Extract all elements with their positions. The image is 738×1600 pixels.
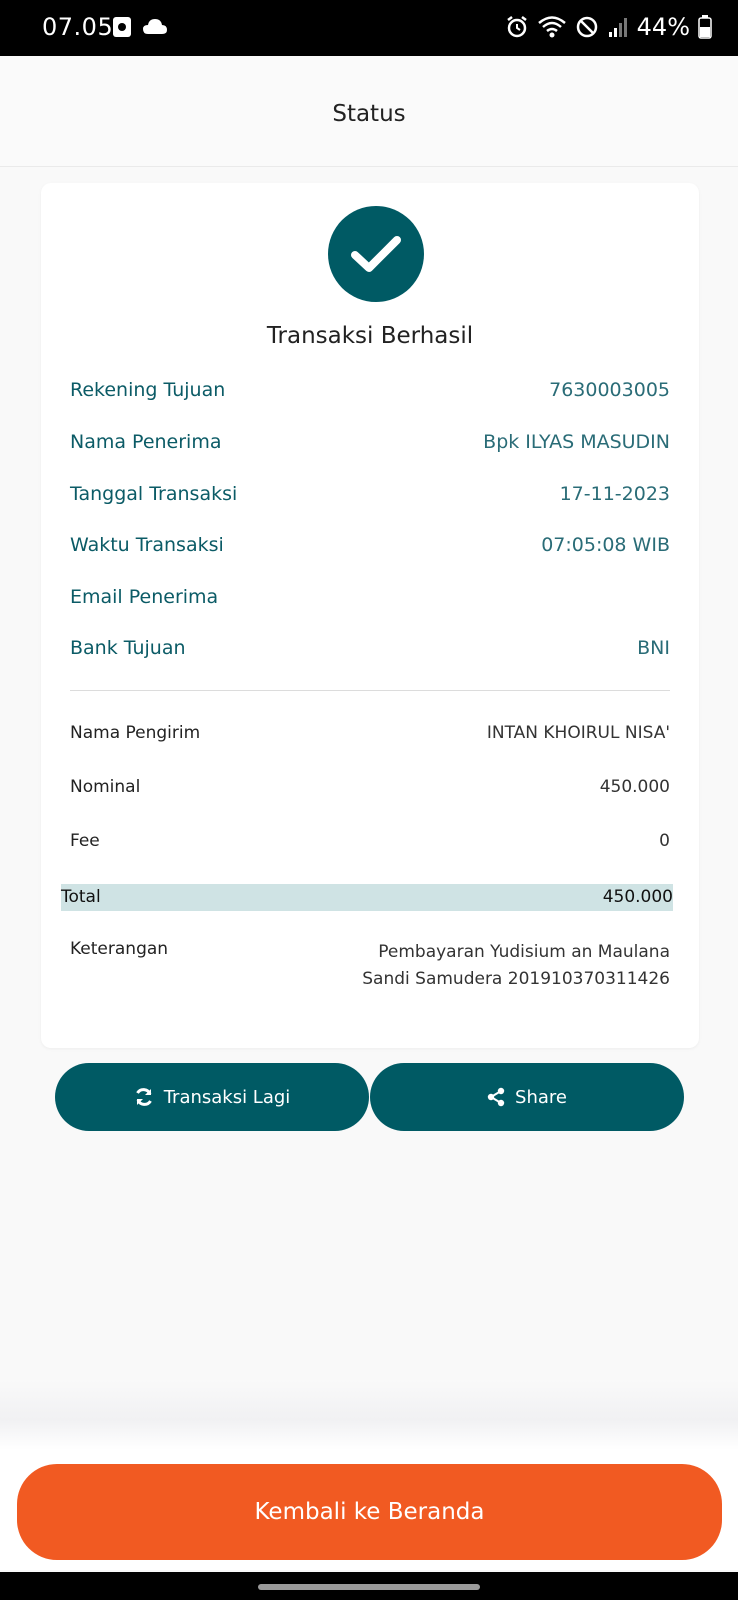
total-label: Total — [61, 887, 101, 907]
info-row-nama-penerima: Nama Penerima Bpk ILYAS MASUDIN — [70, 431, 670, 461]
info-row-bank-tujuan: Bank Tujuan BNI — [70, 637, 670, 667]
signal-icon — [608, 18, 627, 37]
wifi-icon — [537, 16, 566, 38]
detail-label: Fee — [70, 831, 100, 851]
info-value: Bpk ILYAS MASUDIN — [483, 431, 670, 453]
detail-value: INTAN KHOIRUL NISA' — [486, 723, 670, 743]
header: Status — [0, 56, 738, 167]
system-icons: 44% — [505, 13, 712, 41]
check-icon — [351, 236, 401, 272]
info-value: BNI — [637, 637, 670, 659]
info-label: Waktu Transaksi — [70, 534, 224, 556]
info-label: Rekening Tujuan — [70, 379, 226, 401]
divider — [70, 690, 670, 691]
transaction-again-label: Transaksi Lagi — [163, 1086, 291, 1108]
total-row: Total 450.000 — [61, 884, 673, 911]
detail-label: Nama Pengirim — [70, 723, 201, 743]
media-notification-icon — [113, 17, 131, 37]
share-icon — [487, 1087, 505, 1107]
detail-value: 450.000 — [599, 777, 670, 797]
detail-label: Nominal — [70, 777, 141, 797]
status-bar: 07.05 44% — [0, 0, 738, 56]
info-label: Email Penerima — [70, 586, 219, 608]
notification-icons — [112, 16, 168, 38]
keterangan-row: Keterangan Pembayaran Yudisium an Maulan… — [70, 939, 670, 999]
keterangan-label: Keterangan — [70, 939, 169, 959]
share-button[interactable]: Share — [370, 1063, 684, 1131]
clock: 07.05 — [42, 13, 114, 41]
alarm-icon — [506, 16, 527, 38]
info-value: 17-11-2023 — [559, 483, 670, 505]
battery-icon — [698, 15, 712, 39]
share-label: Share — [515, 1086, 567, 1108]
back-to-home-label: Kembali ke Beranda — [254, 1499, 485, 1525]
system-navigation-bar — [0, 1572, 738, 1600]
info-label: Nama Penerima — [70, 431, 222, 453]
battery-percent: 44% — [636, 13, 690, 41]
detail-row-fee: Fee 0 — [70, 831, 670, 859]
info-row-tanggal-transaksi: Tanggal Transaksi 17-11-2023 — [70, 483, 670, 513]
refresh-icon — [135, 1088, 152, 1106]
info-row-waktu-transaksi: Waktu Transaksi 07:05:08 WIB — [70, 534, 670, 564]
keterangan-value: Pembayaran Yudisium an Maulana Sandi Sam… — [362, 942, 670, 989]
total-value: 450.000 — [602, 887, 673, 907]
info-label: Tanggal Transaksi — [70, 483, 238, 505]
detail-row-nama-pengirim: Nama Pengirim INTAN KHOIRUL NISA' — [70, 723, 670, 751]
cloud-icon — [143, 19, 167, 34]
page-title: Status — [332, 101, 406, 127]
info-value: 07:05:08 WIB — [541, 534, 670, 556]
transaction-status-title: Transaksi Berhasil — [266, 323, 474, 349]
do-not-disturb-icon — [576, 16, 597, 38]
success-badge — [328, 206, 424, 302]
info-row-rekening-tujuan: Rekening Tujuan 7630003005 — [70, 379, 670, 409]
info-label: Bank Tujuan — [70, 637, 186, 659]
back-to-home-button[interactable]: Kembali ke Beranda — [17, 1464, 722, 1560]
info-row-email-penerima: Email Penerima — [70, 586, 670, 616]
home-gesture-handle[interactable] — [258, 1584, 480, 1590]
detail-row-nominal: Nominal 450.000 — [70, 777, 670, 805]
info-value: 7630003005 — [549, 379, 670, 401]
detail-value: 0 — [659, 831, 670, 851]
transaction-again-button[interactable]: Transaksi Lagi — [55, 1063, 369, 1131]
receipt-card: Transaksi Berhasil Rekening Tujuan 76300… — [41, 183, 699, 1048]
